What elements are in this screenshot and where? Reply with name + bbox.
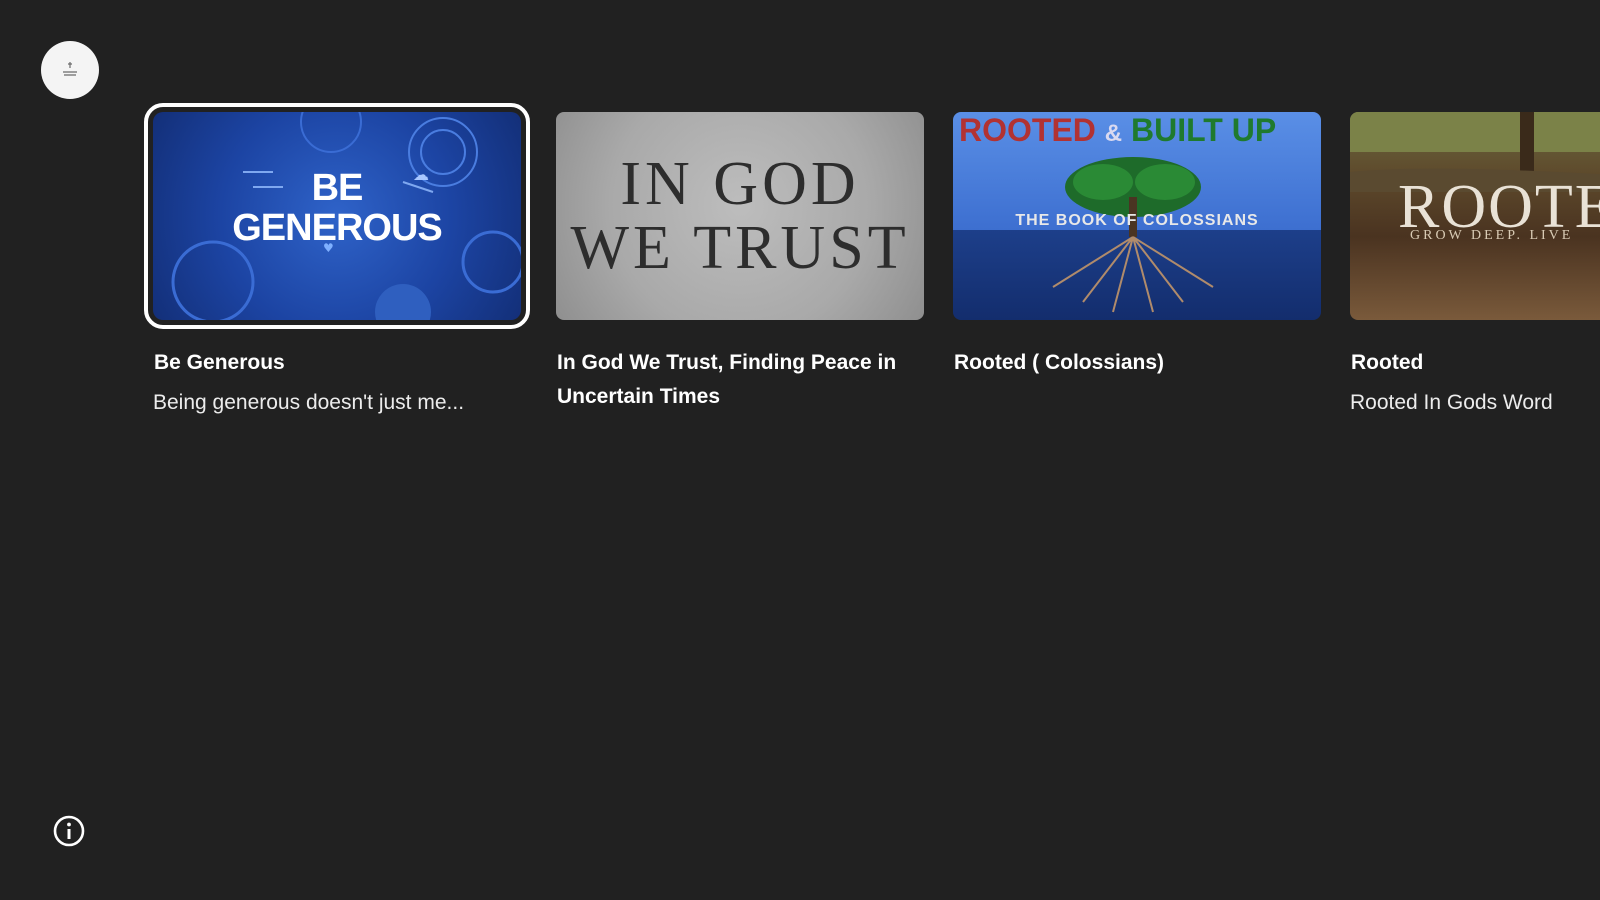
thumbnail-line: WE TRUST	[570, 214, 910, 282]
sermon-series-row: ♥ ☁ BE GENEROUS Be Generous Being genero…	[0, 0, 1600, 900]
thumbnail-line: &	[1104, 120, 1123, 147]
series-thumbnail[interactable]: IN GOD WE TRUST	[556, 112, 924, 320]
series-thumbnail[interactable]: ♥ ☁ BE GENEROUS	[144, 103, 530, 329]
thumbnail-subtitle: GROW DEEP. LIVE	[1410, 228, 1574, 243]
series-thumbnail[interactable]: ROOTED & BUILT UP THE BOOK OF COLOSSIANS	[953, 112, 1321, 320]
thumbnail-subtitle: THE BOOK OF COLOSSIANS	[1015, 212, 1259, 229]
series-title: Rooted ( Colossians)	[954, 351, 1165, 374]
info-button[interactable]	[51, 813, 87, 849]
thumbnail-title-part: ROOTED & BUILT UP	[959, 112, 1276, 149]
series-subtitle: Rooted In Gods Word	[1350, 391, 1553, 414]
series-card-be-generous[interactable]: ♥ ☁ BE GENEROUS Be Generous Being genero…	[144, 103, 530, 418]
series-title: Be Generous	[154, 351, 285, 374]
series-card-rooted[interactable]: ROOTE GROW DEEP. LIVE Rooted Rooted In G…	[1350, 112, 1600, 418]
thumbnail-title: IN GOD WE TRUST	[556, 152, 924, 280]
series-card-rooted-colossians[interactable]: ROOTED & BUILT UP THE BOOK OF COLOSSIANS…	[953, 112, 1321, 388]
series-thumbnail[interactable]: ROOTE GROW DEEP. LIVE	[1350, 112, 1600, 320]
thumbnail-line: BE	[311, 167, 364, 209]
thumbnail-line: IN GOD	[620, 150, 860, 218]
thumbnail-line: GENEROUS	[232, 207, 442, 249]
thumbnail-title: BE GENEROUS	[153, 168, 521, 248]
series-title: In God We Trust, Finding Peace in Uncert…	[557, 351, 897, 408]
series-subtitle: Being generous doesn't just me...	[153, 391, 465, 414]
series-title: Rooted	[1351, 351, 1424, 374]
info-icon	[53, 815, 85, 847]
thumbnail-line: BUILT UP	[1131, 112, 1277, 148]
thumbnail-line: ROOTED	[959, 112, 1096, 148]
series-card-in-god-we-trust[interactable]: IN GOD WE TRUST In God We Trust, Finding…	[556, 112, 924, 422]
